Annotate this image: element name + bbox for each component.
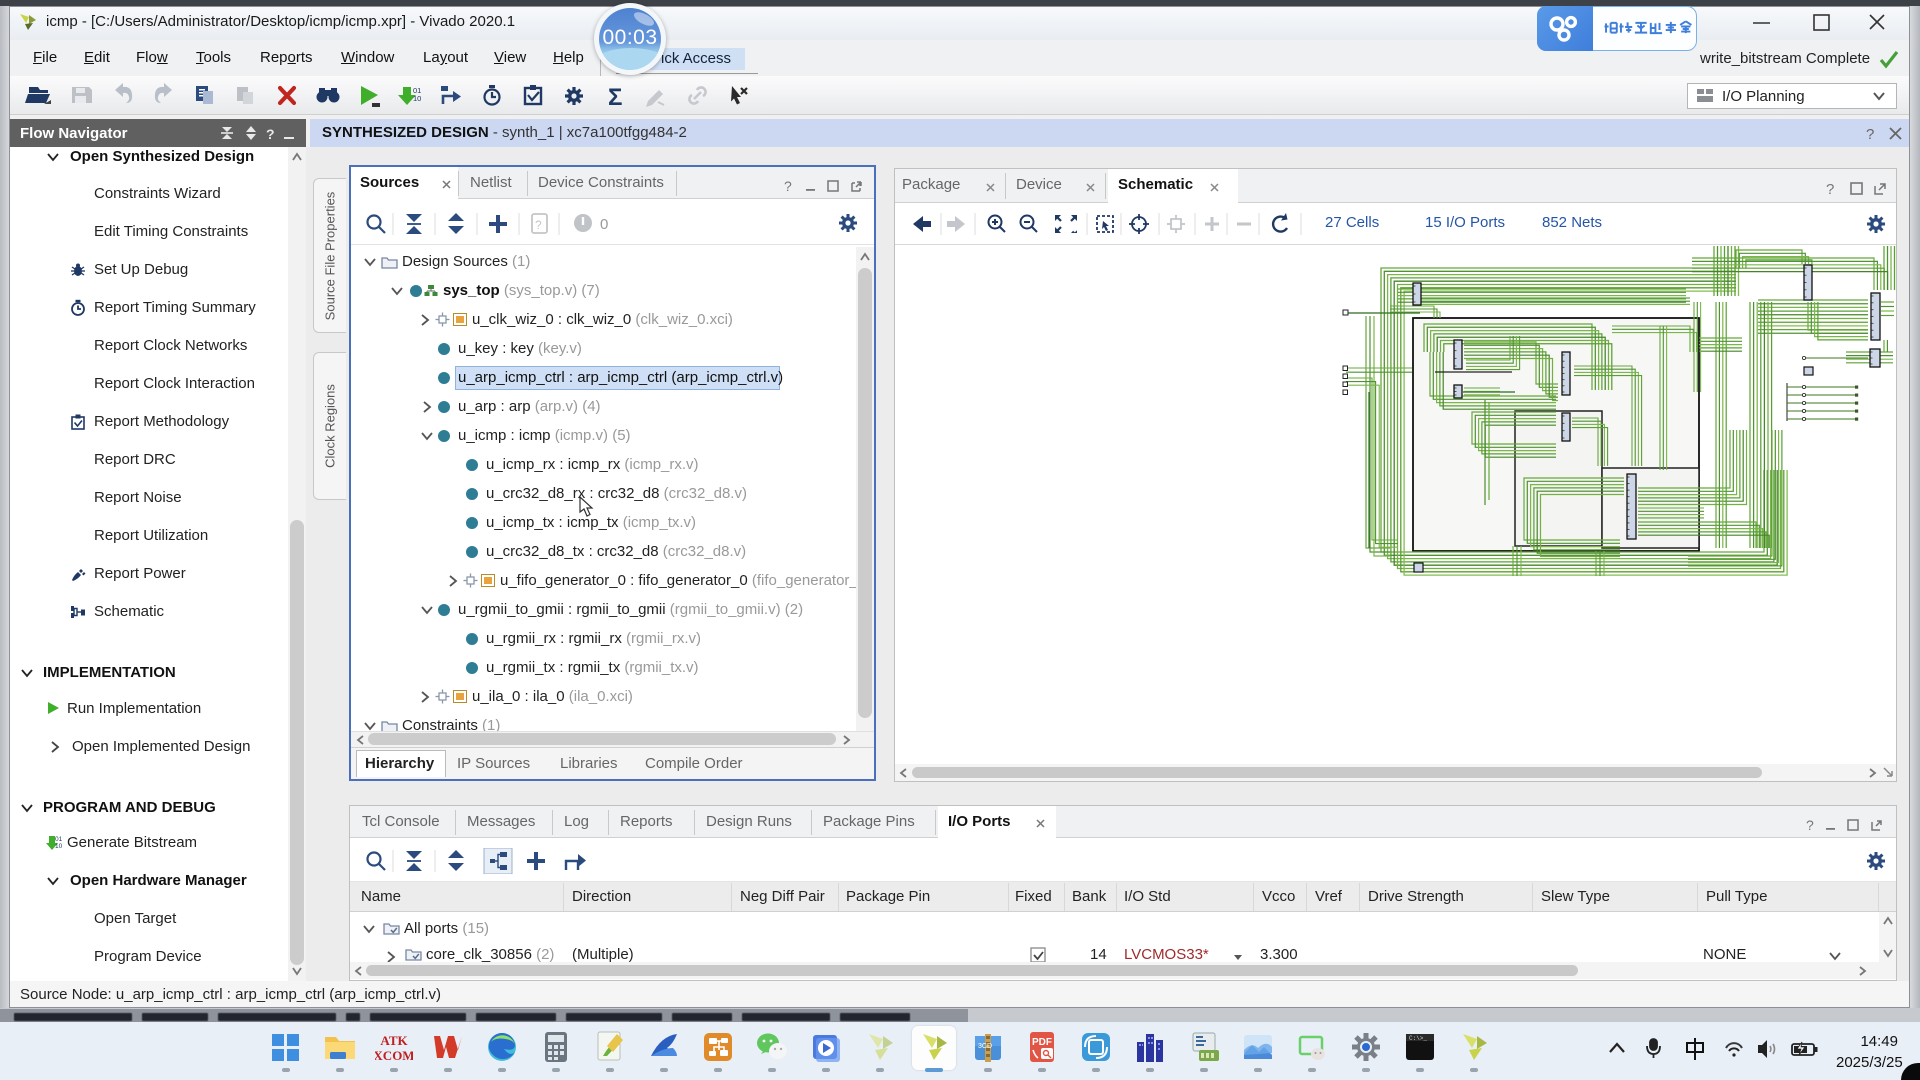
svg-text:10: 10 [55, 843, 63, 850]
svg-text:?: ? [784, 179, 792, 193]
svg-text:Σ: Σ [608, 84, 622, 110]
svg-text:?: ? [535, 218, 542, 232]
svg-text:C:\>_: C:\>_ [1409, 1035, 1427, 1042]
svg-text:?: ? [1866, 126, 1874, 143]
svg-text:XCOM: XCOM [375, 1048, 413, 1063]
svg-text:01: 01 [55, 836, 63, 843]
svg-text:PDF: PDF [1032, 1037, 1052, 1048]
svg-text:ATK: ATK [380, 1033, 408, 1048]
svg-text:?: ? [1806, 818, 1814, 832]
svg-text:10: 10 [413, 94, 421, 103]
svg-text:?: ? [1826, 181, 1834, 196]
svg-text:0: 0 [600, 216, 608, 233]
svg-text:3CD: 3CD [978, 1043, 992, 1050]
svg-text:?: ? [266, 126, 275, 142]
